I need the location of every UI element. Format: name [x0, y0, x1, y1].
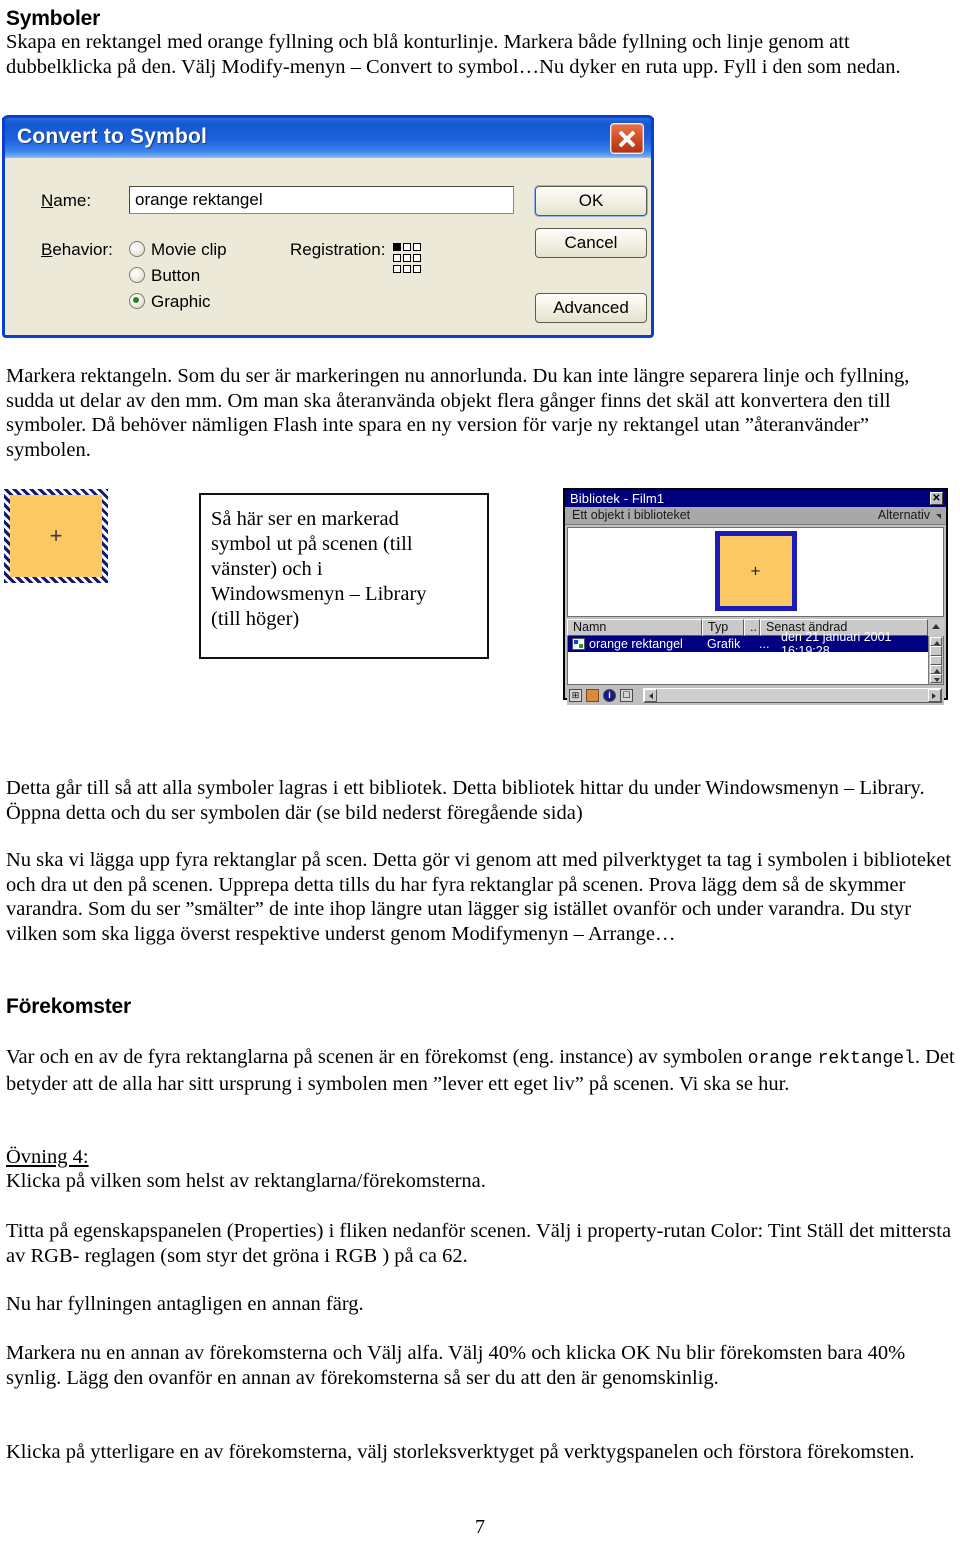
paragraph-klicka-pa-vilken: Klicka på vilken som helst av rektanglar… — [6, 1170, 486, 1192]
ok-button[interactable]: OK — [535, 186, 647, 216]
registration-row — [393, 260, 427, 273]
page-number: 7 — [475, 1516, 485, 1538]
cell-namn: orange rektangel — [589, 637, 683, 651]
thumbnail-fill: + — [719, 536, 792, 606]
caption-line: symbol ut på scenen (till — [211, 533, 413, 555]
caption-box: Så här ser en markerad symbol ut på scen… — [199, 493, 489, 659]
paragraph-titta-pa-egenskapspanelen: Titta på egenskapspanelen (Properties) i… — [6, 1220, 952, 1267]
radio-graphic-label: Graphic — [151, 292, 211, 311]
column-header-namn[interactable]: Namn — [567, 619, 702, 636]
caption-line: vänster) och i — [211, 558, 323, 580]
name-label-mnemonic: N — [41, 191, 54, 210]
table-row[interactable]: orange rektangel Grafik ... den 21 janua… — [568, 630, 928, 658]
graphic-symbol-icon — [572, 638, 585, 650]
radio-button-label: Button — [151, 266, 201, 285]
library-bottom-toolbar: ⊞ i ☐ — [567, 686, 944, 705]
caption-line: Så här ser en markerad — [211, 508, 399, 530]
caption-line: Windowsmenyn – Library — [211, 583, 427, 605]
chevron-down-icon[interactable] — [936, 514, 941, 519]
radio-button-option[interactable]: Button — [129, 266, 200, 286]
delete-icon[interactable]: ☐ — [620, 689, 633, 702]
registration-label: Registration: — [290, 240, 386, 259]
scroll-up-icon[interactable] — [930, 637, 942, 646]
cell-senast-andrad: den 21 januari 2001 16:19:28 — [781, 630, 892, 658]
paragraph-nu-ska-vi: Nu ska vi lägga upp fyra rektanglar på s… — [6, 849, 952, 945]
library-list-area: orange rektangel Grafik ... den 21 janua… — [567, 630, 944, 685]
new-folder-icon[interactable] — [586, 689, 599, 702]
symbol-fill: + — [10, 495, 102, 577]
registration-cell[interactable] — [413, 265, 421, 273]
radio-icon — [129, 267, 145, 283]
library-preview-thumbnail: + — [714, 531, 797, 611]
scroll-page-up-icon[interactable] — [930, 665, 942, 675]
library-titlebar: Bibliotek - Film1 ✕ — [565, 490, 946, 507]
library-title: Bibliotek - Film1 — [570, 491, 665, 506]
registration-row — [393, 238, 427, 251]
radio-movie-clip-label: Movie clip — [151, 240, 227, 259]
registration-point-grid[interactable] — [393, 238, 427, 273]
registration-plus-icon: + — [49, 523, 63, 548]
paragraph-klicka-pa-ytterligare: Klicka på ytterligare en av förekomstern… — [6, 1441, 915, 1463]
name-label-rest: ame: — [53, 191, 92, 210]
symbol-name-mono-2: rektangel — [817, 1049, 915, 1069]
cancel-button[interactable]: Cancel — [535, 228, 647, 258]
dialog-title: Convert to Symbol — [17, 125, 208, 148]
column-header-typ[interactable]: Typ — [702, 619, 744, 636]
paragraph-var-och-en: Var och en av de fyra rektanglarna på sc… — [6, 1045, 956, 1096]
behavior-label: Behavior: — [41, 240, 113, 260]
symbol-name-input[interactable]: orange rektangel — [129, 186, 514, 214]
symbol-name-mono-1: orange — [747, 1049, 813, 1069]
library-list: orange rektangel Grafik ... den 21 janua… — [568, 630, 928, 684]
new-symbol-icon[interactable]: ⊞ — [569, 689, 582, 702]
scroll-down-icon[interactable] — [930, 674, 942, 683]
paragraph-markera-nu-en-annan: Markera nu en annan av förekomsterna och… — [6, 1342, 906, 1389]
radio-movie-clip[interactable]: Movie clip — [129, 240, 227, 260]
paragraph-markera-rektangeln: Markera rektangeln. Som du ser är marker… — [6, 365, 910, 461]
intro-paragraph: Skapa en rektangel med orange fyllning o… — [6, 31, 901, 78]
close-icon[interactable] — [610, 123, 644, 154]
scrollbar-thumb[interactable] — [930, 645, 942, 656]
library-status-bar: Ett objekt i biblioteket Alternativ — [565, 507, 946, 525]
scroll-left-icon[interactable] — [644, 689, 657, 702]
scroll-right-icon[interactable] — [928, 689, 941, 702]
behavior-label-rest: ehavior: — [52, 240, 113, 259]
registration-cell[interactable] — [393, 265, 401, 273]
heading-ovning-4: Övning 4: — [6, 1146, 89, 1168]
library-options-button[interactable]: Alternativ — [878, 508, 930, 522]
registration-cell[interactable] — [403, 265, 411, 273]
caption-line: (till höger) — [211, 608, 300, 630]
paragraph-nu-har-fyllningen: Nu har fyllningen antagligen en annan fä… — [6, 1293, 364, 1315]
cell-dots: ... — [759, 637, 770, 651]
column-header-dots[interactable]: .. — [744, 619, 760, 636]
library-panel: Bibliotek - Film1 ✕ Ett objekt i bibliot… — [563, 488, 948, 705]
stage-symbol-selected: + — [4, 489, 108, 583]
name-label: Name: — [41, 191, 91, 211]
registration-plus-icon: + — [750, 561, 761, 581]
library-status-text: Ett objekt i biblioteket — [572, 508, 691, 522]
radio-icon — [129, 241, 145, 257]
horizontal-scrollbar[interactable] — [643, 688, 942, 703]
heading-forekomster: Förekomster — [6, 995, 132, 1018]
cell-typ: Grafik — [707, 637, 741, 651]
library-preview-area: + — [567, 527, 944, 617]
close-icon[interactable]: ✕ — [930, 492, 943, 505]
paragraph-detta-gar-till: Detta går till så att alla symboler lagr… — [6, 777, 925, 824]
properties-icon[interactable]: i — [603, 689, 616, 702]
radio-icon-selected — [129, 293, 145, 309]
vertical-scrollbar[interactable] — [928, 636, 943, 684]
dialog-titlebar: Convert to Symbol — [2, 115, 654, 158]
paragraph-text-part-1: Var och en av de fyra rektanglarna på sc… — [6, 1046, 748, 1068]
scrollbar-thumb-2[interactable] — [930, 655, 942, 666]
behavior-label-mnemonic: B — [41, 240, 53, 259]
document-page: Symboler Skapa en rektangel med orange f… — [0, 0, 960, 1560]
convert-to-symbol-dialog: Convert to Symbol Name: orange rektangel… — [2, 115, 654, 338]
sort-order-icon[interactable] — [928, 619, 944, 636]
heading-symboler: Symboler — [6, 7, 101, 30]
registration-row — [393, 249, 427, 262]
advanced-button[interactable]: Advanced — [535, 293, 647, 323]
radio-graphic[interactable]: Graphic — [129, 292, 211, 312]
